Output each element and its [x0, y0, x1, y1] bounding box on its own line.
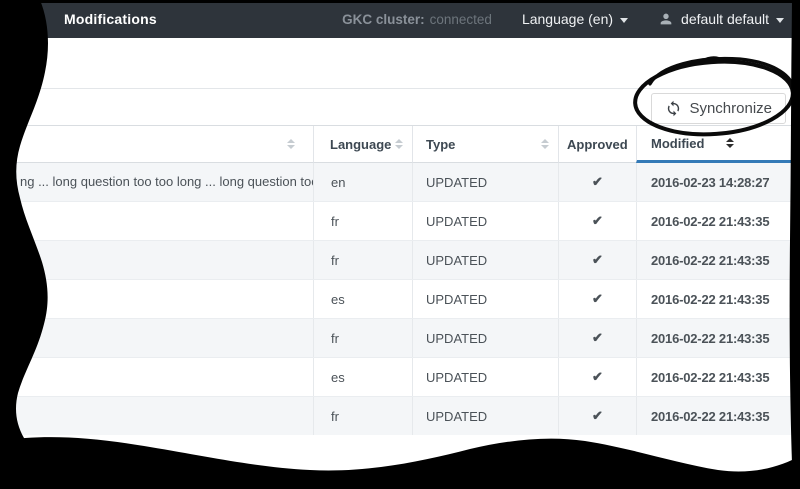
language-cell: es [313, 280, 412, 318]
approved-check-icon: ✔ [558, 319, 636, 357]
content-panel: Synchronize Language Type Approve [0, 88, 800, 435]
modified-cell: 2016-02-22 21:43:35 [636, 241, 800, 279]
modified-cell: 2016-02-23 14:28:27 [636, 163, 800, 201]
approved-check-icon: ✔ [558, 202, 636, 240]
language-cell: fr [313, 241, 412, 279]
table-row[interactable]: fr UPDATED ✔ 2016-02-22 21:43:35 [0, 240, 800, 279]
approved-check-icon: ✔ [558, 358, 636, 396]
language-cell: fr [313, 319, 412, 357]
synchronize-button-label: Synchronize [689, 100, 772, 117]
page-title: Modifications [64, 0, 157, 38]
type-cell: UPDATED [412, 358, 558, 396]
question-cell: ng ... long question too too long ... lo… [0, 163, 313, 201]
type-cell: UPDATED [412, 163, 558, 201]
column-header-modified-label: Modified [651, 136, 704, 151]
table-row[interactable]: fr UPDATED ✔ 2016-02-22 21:43:35 [0, 396, 800, 435]
table-row[interactable]: es UPDATED ✔ 2016-02-22 21:43:35 [0, 357, 800, 396]
modified-cell: 2016-02-22 21:43:35 [636, 319, 800, 357]
column-header-type[interactable]: Type [412, 126, 558, 163]
modified-cell: 2016-02-22 21:43:35 [636, 397, 800, 435]
approved-check-icon: ✔ [558, 397, 636, 435]
language-menu-label: Language (en) [522, 11, 613, 27]
synchronize-button[interactable]: Synchronize [651, 93, 786, 124]
navbar-right: GKC cluster: connected Language (en) def… [342, 0, 784, 38]
language-cell: en [313, 163, 412, 201]
column-header-modified[interactable]: Modified [636, 126, 800, 163]
modified-cell: 2016-02-22 21:43:35 [636, 358, 800, 396]
approved-check-icon: ✔ [558, 280, 636, 318]
sort-icon [287, 139, 295, 149]
approved-check-icon: ✔ [558, 241, 636, 279]
sort-icon [541, 139, 549, 149]
type-cell: UPDATED [412, 280, 558, 318]
cluster-status-label: GKC cluster: [342, 12, 425, 27]
table-row[interactable]: ng ... long question too too long ... lo… [0, 163, 800, 201]
user-menu-label: default default [681, 11, 769, 27]
type-cell: UPDATED [412, 319, 558, 357]
type-cell: UPDATED [412, 397, 558, 435]
approved-check-icon: ✔ [558, 163, 636, 201]
column-header-question[interactable] [0, 126, 313, 163]
language-menu[interactable]: Language (en) [522, 11, 628, 27]
screenshot-frame: Modifications GKC cluster: connected Lan… [0, 0, 800, 489]
table-body: ng ... long question too too long ... lo… [0, 163, 800, 435]
user-icon [658, 11, 674, 27]
table-row[interactable]: fr UPDATED ✔ 2016-02-22 21:43:35 [0, 318, 800, 357]
caret-down-icon [776, 18, 784, 23]
table-header-row: Language Type Approved Modified [0, 126, 800, 163]
sync-icon [665, 100, 682, 117]
caret-down-icon [620, 18, 628, 23]
column-header-language[interactable]: Language [313, 126, 412, 163]
cluster-status-value: connected [430, 12, 492, 27]
modifications-table: Language Type Approved Modified ng ... l [0, 125, 800, 435]
top-navbar: Modifications GKC cluster: connected Lan… [0, 0, 800, 38]
language-cell: es [313, 358, 412, 396]
modified-cell: 2016-02-22 21:43:35 [636, 202, 800, 240]
type-cell: UPDATED [412, 202, 558, 240]
language-cell: fr [313, 202, 412, 240]
sort-icon [395, 139, 403, 149]
table-row[interactable]: fr UPDATED ✔ 2016-02-22 21:43:35 [0, 201, 800, 240]
column-header-type-label: Type [426, 137, 455, 152]
table-toolbar: Synchronize [0, 89, 800, 125]
sort-icon-active [726, 138, 734, 148]
column-header-language-label: Language [330, 137, 391, 152]
user-menu[interactable]: default default [658, 11, 784, 27]
type-cell: UPDATED [412, 241, 558, 279]
table-row[interactable]: es UPDATED ✔ 2016-02-22 21:43:35 [0, 279, 800, 318]
modified-cell: 2016-02-22 21:43:35 [636, 280, 800, 318]
language-cell: fr [313, 397, 412, 435]
column-header-approved-label: Approved [567, 137, 628, 152]
column-header-approved: Approved [558, 126, 636, 163]
cluster-status: GKC cluster: connected [342, 12, 492, 27]
